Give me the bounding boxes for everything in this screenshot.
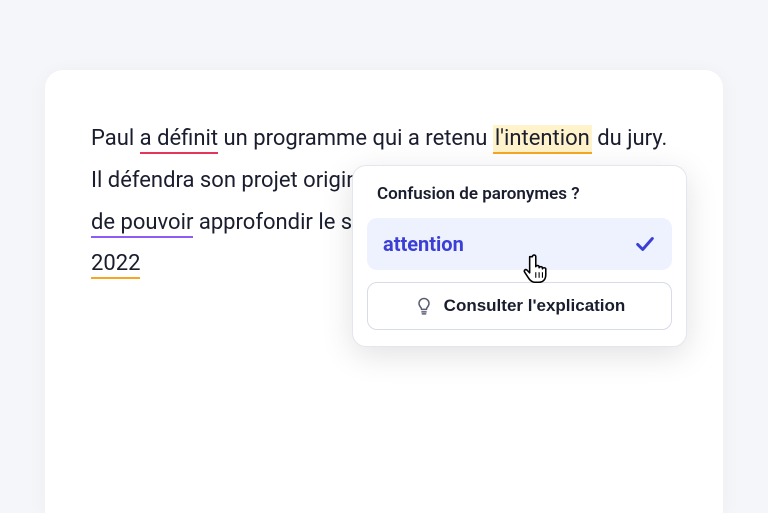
explain-button[interactable]: Consulter l'explication bbox=[367, 282, 672, 330]
suggestion-option[interactable]: attention bbox=[367, 218, 672, 270]
explain-button-label: Consulter l'explication bbox=[444, 296, 626, 316]
text-segment: un programme qui a retenu bbox=[218, 126, 493, 151]
text-segment: Paul bbox=[91, 126, 140, 151]
lightbulb-icon bbox=[414, 296, 434, 316]
error-grammar[interactable]: a définit bbox=[140, 126, 218, 154]
suggestion-word: attention bbox=[383, 232, 464, 256]
error-style[interactable]: de pouvoir bbox=[91, 210, 193, 238]
checkmark-icon bbox=[634, 233, 656, 255]
popup-title: Confusion de paronymes ? bbox=[367, 180, 672, 218]
correction-popup: Confusion de paronymes ? attention Consu… bbox=[352, 165, 687, 347]
error-paronym-highlighted[interactable]: l'intention bbox=[493, 125, 592, 154]
